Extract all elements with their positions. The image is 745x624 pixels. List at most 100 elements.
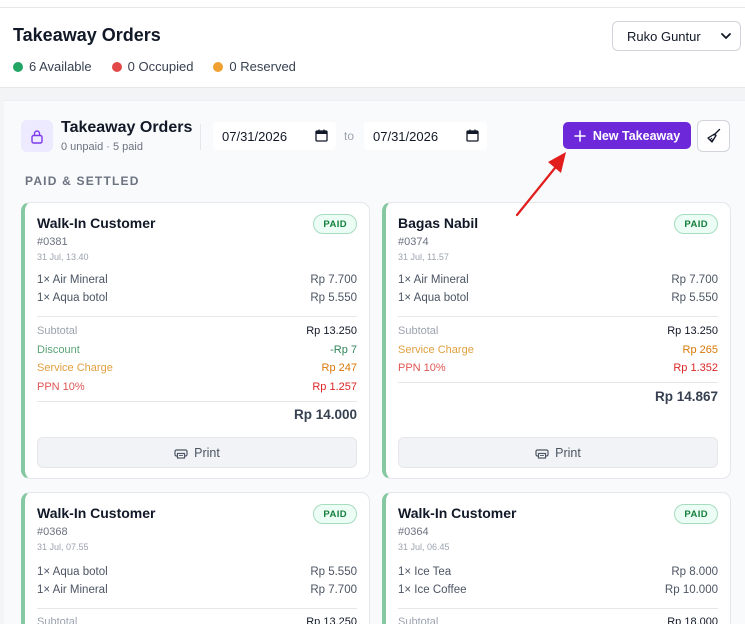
divider <box>37 316 357 317</box>
date-to-input[interactable]: 07/31/2026 <box>364 122 487 150</box>
item-price: Rp 10.000 <box>664 584 718 596</box>
divider <box>398 316 718 317</box>
tax-row: PPN 10% Rp 1.352 <box>398 362 718 378</box>
status-badge: PAID <box>674 214 718 234</box>
item-name: 1× Air Mineral <box>398 274 469 286</box>
order-card[interactable]: Walk-In Customer #0381 31 Jul, 13.40 PAI… <box>21 202 370 479</box>
page-header: Takeaway Orders 6 Available 0 Occupied 0… <box>0 8 745 88</box>
print-button[interactable]: Print <box>398 437 718 468</box>
divider <box>37 401 357 402</box>
line-item: 1× Ice Tea Rp 8.000 <box>398 566 718 582</box>
printer-icon <box>535 448 549 459</box>
item-price: Rp 7.700 <box>671 274 718 286</box>
status-badge: PAID <box>313 214 357 234</box>
panel-title: Takeaway Orders <box>61 119 193 136</box>
reserved-dot-icon <box>213 61 224 72</box>
item-price: Rp 5.550 <box>310 566 357 578</box>
order-time: 31 Jul, 13.40 <box>37 252 89 262</box>
tax-label: PPN 10% <box>398 362 446 374</box>
item-name: 1× Aqua botol <box>37 292 108 304</box>
subtotal-row: Subtotal Rp 18.000 <box>398 616 718 624</box>
subtotal-value: Rp 13.250 <box>306 325 357 337</box>
legend-reserved-label: 0 Reserved <box>229 59 296 74</box>
service-charge-row: Service Charge Rp 247 <box>37 362 357 378</box>
date-range-to-label: to <box>344 129 355 143</box>
chevron-down-icon <box>721 33 731 39</box>
item-price: Rp 5.550 <box>310 292 357 304</box>
service-charge-value: Rp 247 <box>321 362 357 374</box>
line-item: 1× Air Mineral Rp 7.700 <box>37 584 357 600</box>
order-card[interactable]: Bagas Nabil #0374 31 Jul, 11.57 PAID 1× … <box>382 202 731 479</box>
order-total: Rp 14.000 <box>293 407 357 422</box>
panel-subtitle: 0 unpaid · 5 paid <box>61 141 143 153</box>
order-total: Rp 14.867 <box>654 389 718 404</box>
plus-icon <box>574 129 586 142</box>
subtotal-row: Subtotal Rp 13.250 <box>37 325 357 341</box>
date-to-value: 07/31/2026 <box>373 128 439 144</box>
discount-row: Discount -Rp 7 <box>37 344 357 360</box>
subtotal-label: Subtotal <box>398 616 439 624</box>
broom-button[interactable] <box>697 120 730 152</box>
broom-icon <box>706 128 720 143</box>
customer-name: Bagas Nabil <box>398 215 479 231</box>
line-item: 1× Aqua botol Rp 5.550 <box>398 292 718 308</box>
line-item: 1× Aqua botol Rp 5.550 <box>37 292 357 308</box>
printer-icon <box>174 448 188 459</box>
tax-label: PPN 10% <box>37 381 85 393</box>
print-button[interactable]: Print <box>37 437 357 468</box>
legend-available: 6 Available <box>13 59 92 74</box>
lock-icon <box>31 129 43 144</box>
divider <box>398 608 718 609</box>
status-badge: PAID <box>674 504 718 524</box>
divider <box>398 382 718 383</box>
line-item: 1× Air Mineral Rp 7.700 <box>398 274 718 290</box>
tax-value: Rp 1.257 <box>312 381 357 393</box>
legend-reserved: 0 Reserved <box>213 59 296 74</box>
top-bar <box>0 0 745 8</box>
subtotal-label: Subtotal <box>37 325 78 337</box>
item-price: Rp 8.000 <box>671 566 718 578</box>
customer-name: Walk-In Customer <box>398 505 517 521</box>
subtotal-row: Subtotal Rp 13.250 <box>37 616 357 624</box>
order-card[interactable]: Walk-In Customer #0364 31 Jul, 06.45 PAI… <box>382 492 731 624</box>
lock-icon-box <box>21 120 53 152</box>
order-number: #0368 <box>37 526 68 538</box>
item-name: 1× Air Mineral <box>37 584 108 596</box>
subtotal-row: Subtotal Rp 13.250 <box>398 325 718 341</box>
date-from-value: 07/31/2026 <box>222 128 288 144</box>
order-number: #0381 <box>37 236 68 248</box>
discount-label: Discount <box>37 344 80 356</box>
line-item: 1× Ice Coffee Rp 10.000 <box>398 584 718 600</box>
item-price: Rp 5.550 <box>671 292 718 304</box>
customer-name: Walk-In Customer <box>37 215 156 231</box>
discount-value: -Rp 7 <box>330 344 357 356</box>
calendar-icon[interactable] <box>315 129 328 142</box>
tax-value: Rp 1.352 <box>673 362 718 374</box>
order-number: #0364 <box>398 526 429 538</box>
print-label: Print <box>194 445 220 460</box>
subtotal-value: Rp 13.250 <box>667 325 718 337</box>
subtotal-label: Subtotal <box>398 325 439 337</box>
calendar-icon[interactable] <box>466 129 479 142</box>
section-label-paid: PAID & SETTLED <box>25 174 140 188</box>
service-charge-label: Service Charge <box>37 362 113 374</box>
item-name: 1× Aqua botol <box>37 566 108 578</box>
item-price: Rp 7.700 <box>310 584 357 596</box>
print-label: Print <box>555 445 581 460</box>
legend-available-label: 6 Available <box>29 59 92 74</box>
status-badge: PAID <box>313 504 357 524</box>
date-from-input[interactable]: 07/31/2026 <box>213 122 336 150</box>
legend-occupied: 0 Occupied <box>111 59 194 74</box>
occupied-dot-icon <box>111 61 122 72</box>
legend-occupied-label: 0 Occupied <box>127 59 194 74</box>
tax-row: PPN 10% Rp 1.257 <box>37 381 357 397</box>
new-takeaway-button[interactable]: New Takeaway <box>563 122 691 149</box>
available-dot-icon <box>13 61 23 72</box>
service-charge-row: Service Charge Rp 265 <box>398 344 718 360</box>
branch-select[interactable]: Ruko Guntur <box>612 21 741 51</box>
order-time: 31 Jul, 11.57 <box>398 252 449 262</box>
customer-name: Walk-In Customer <box>37 505 156 521</box>
item-price: Rp 7.700 <box>310 274 357 286</box>
subtotal-label: Subtotal <box>37 616 78 624</box>
order-card[interactable]: Walk-In Customer #0368 31 Jul, 07.55 PAI… <box>21 492 370 624</box>
